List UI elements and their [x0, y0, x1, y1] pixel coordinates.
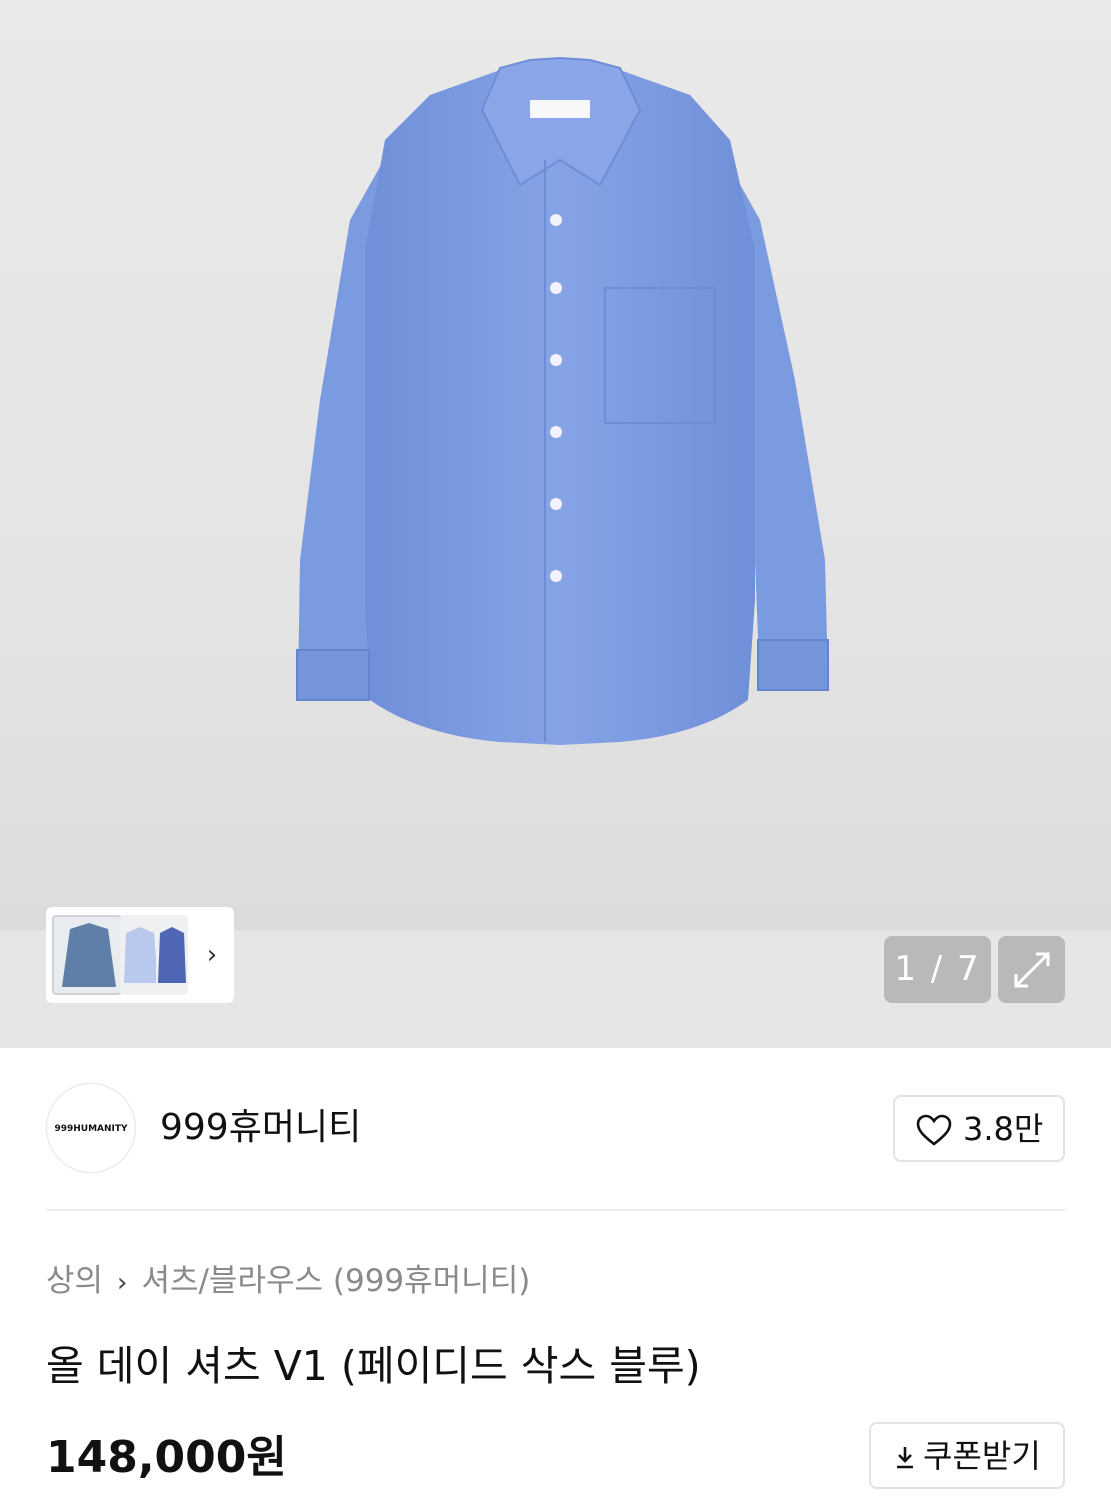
- brand-logo[interactable]: 999HUMANITY: [46, 1083, 136, 1173]
- product-image-gallery[interactable]: › 1 / 7: [0, 0, 1111, 1048]
- thumbnail-3[interactable]: [156, 915, 188, 995]
- coupon-button[interactable]: 쿠폰받기: [869, 1422, 1065, 1489]
- breadcrumb-item-subcategory[interactable]: 셔츠/블라우스 (999휴머니티): [141, 1263, 530, 1299]
- expand-icon: [1014, 952, 1050, 988]
- expand-button[interactable]: [998, 936, 1065, 1003]
- heart-icon: [916, 1114, 952, 1146]
- chevron-right-icon[interactable]: ›: [200, 939, 224, 971]
- breadcrumb-item-category[interactable]: 상의: [46, 1263, 103, 1299]
- thumbnail-3-image: [158, 927, 186, 983]
- product-image: [296, 56, 829, 745]
- thumbnail-1[interactable]: [52, 915, 122, 995]
- like-count: 3.8만: [963, 1110, 1044, 1148]
- thumbnail-2[interactable]: [120, 915, 160, 995]
- thumbnail-1-image: [62, 923, 116, 987]
- thumbnail-2-image: [124, 927, 158, 983]
- brand-name[interactable]: 999휴머니티: [160, 1104, 361, 1152]
- divider: [46, 1209, 1065, 1211]
- download-icon: [897, 1447, 913, 1469]
- chevron-right-icon: ›: [117, 1268, 128, 1298]
- like-button[interactable]: 3.8만: [893, 1095, 1065, 1162]
- product-title: 올 데이 셔츠 V1 (페이디드 삭스 블루): [46, 1342, 701, 1390]
- image-counter: 1 / 7: [884, 936, 991, 1003]
- coupon-label: 쿠폰받기: [923, 1437, 1041, 1475]
- breadcrumb: 상의 › 셔츠/블라우스 (999휴머니티): [46, 1260, 530, 1304]
- thumbnail-strip[interactable]: ›: [46, 907, 234, 1003]
- product-price: 148,000원: [46, 1432, 287, 1483]
